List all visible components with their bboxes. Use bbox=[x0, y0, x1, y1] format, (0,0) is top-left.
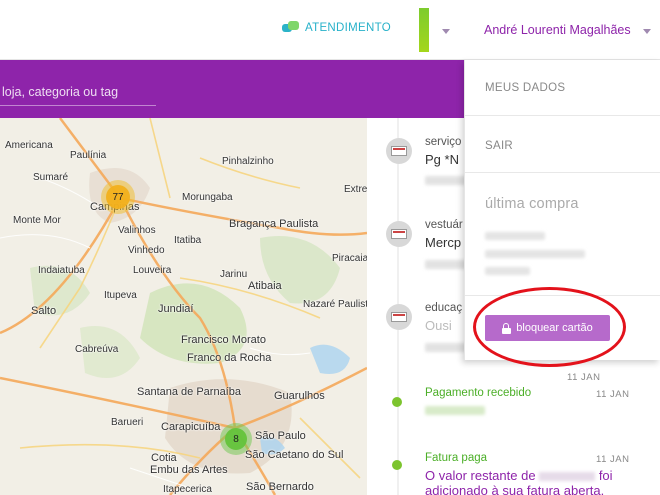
event-dot bbox=[392, 460, 402, 470]
redacted-text bbox=[485, 267, 530, 275]
map-label: Louveira bbox=[133, 265, 172, 276]
map-label: Embu das Artes bbox=[150, 464, 228, 476]
transaction-merchant[interactable]: Mercp bbox=[425, 235, 461, 250]
map-label: Pinhalzinho bbox=[222, 156, 274, 167]
redacted-amount bbox=[539, 472, 596, 482]
menu-divider bbox=[465, 172, 660, 173]
event-date: 11 JAN bbox=[596, 389, 630, 400]
event-date: 11 JAN bbox=[596, 454, 630, 465]
credit-card-icon bbox=[386, 304, 412, 330]
map-label: Franco da Rocha bbox=[187, 352, 272, 364]
top-header: ATENDIMENTO André Lourenti Magalhães bbox=[0, 0, 660, 60]
map-label: São Bernardo bbox=[246, 481, 314, 493]
map-label: Paulínia bbox=[70, 150, 107, 161]
menu-divider bbox=[465, 295, 660, 296]
map-label: Nazaré Paulista bbox=[303, 299, 367, 310]
user-menu-name[interactable]: André Lourenti Magalhães bbox=[484, 23, 631, 37]
map-label: Bragança Paulista bbox=[229, 218, 319, 230]
event-title: Fatura paga bbox=[425, 452, 488, 464]
map-label: Americana bbox=[5, 140, 53, 151]
map-label: Monte Mor bbox=[13, 215, 61, 226]
map-label: Morungaba bbox=[182, 192, 233, 203]
menu-item-meus-dados[interactable]: MEUS DADOS bbox=[485, 82, 565, 94]
map-cluster-marker[interactable]: 8 bbox=[220, 423, 252, 455]
app-root: ATENDIMENTO André Lourenti Magalhães loj… bbox=[0, 0, 660, 495]
map-label: Sumaré bbox=[33, 172, 69, 183]
redacted-text bbox=[485, 232, 545, 240]
atendimento-label: ATENDIMENTO bbox=[305, 22, 391, 34]
transaction-merchant[interactable]: Ousi bbox=[425, 318, 452, 333]
map-label: Jarinu bbox=[220, 269, 248, 280]
map-label: Itatiba bbox=[174, 235, 202, 246]
map-label: Salto bbox=[31, 305, 57, 317]
transaction-category: educaç bbox=[425, 302, 463, 314]
redacted-text bbox=[485, 250, 585, 258]
transaction-category: serviço bbox=[425, 136, 462, 148]
menu-divider bbox=[465, 115, 660, 116]
map-cluster-marker[interactable]: 77 bbox=[101, 180, 135, 214]
map-label: Barueri bbox=[111, 417, 144, 428]
map-label: Guarulhos bbox=[274, 390, 325, 402]
redacted-amount bbox=[425, 406, 485, 415]
map-label: Atibaia bbox=[248, 280, 282, 292]
event-title: Pagamento recebido bbox=[425, 387, 532, 399]
map-label: Valinhos bbox=[118, 225, 156, 236]
chevron-down-icon[interactable] bbox=[643, 29, 651, 34]
last-purchase-heading: última compra bbox=[485, 196, 579, 212]
map-label: Piracaia bbox=[332, 253, 367, 264]
cluster-count: 77 bbox=[106, 185, 130, 209]
block-card-label: bloquear cartão bbox=[516, 322, 593, 334]
chat-icon bbox=[282, 21, 299, 35]
event-date: 11 JAN bbox=[567, 372, 601, 383]
purchases-map[interactable]: Americana Paulínia Sumaré Monte Mor Camp… bbox=[0, 118, 367, 495]
map-label: Extrema bbox=[344, 184, 367, 195]
map-label: Itapecerica bbox=[163, 484, 212, 495]
cluster-count: 8 bbox=[225, 428, 247, 450]
chevron-down-icon[interactable] bbox=[442, 29, 450, 34]
map-label: Carapicuíba bbox=[161, 421, 221, 433]
event-desc-part1: O valor restante de bbox=[425, 468, 536, 483]
map-label: Indaiatuba bbox=[38, 265, 85, 276]
map-label: Vinhedo bbox=[128, 245, 165, 256]
transaction-merchant[interactable]: Pg *N bbox=[425, 152, 459, 167]
credit-card-icon bbox=[386, 138, 412, 164]
block-card-button[interactable]: bloquear cartão bbox=[485, 315, 610, 341]
map-label: São Caetano do Sul bbox=[245, 449, 344, 461]
unlock-icon bbox=[502, 323, 512, 334]
account-color-bar[interactable] bbox=[419, 8, 429, 52]
map-label: Jundiaí bbox=[158, 303, 194, 315]
search-input[interactable] bbox=[0, 80, 156, 106]
map-label: Itupeva bbox=[104, 290, 137, 301]
menu-item-sair[interactable]: SAIR bbox=[485, 140, 513, 152]
map-label: Santana de Parnaíba bbox=[137, 386, 241, 398]
map-label: Francisco Morato bbox=[181, 334, 266, 346]
event-dot bbox=[392, 397, 402, 407]
transaction-category: vestuár bbox=[425, 219, 463, 231]
event-description: O valor restante de foi adicionado à sua… bbox=[425, 468, 647, 495]
map-label: São Paulo bbox=[255, 430, 306, 442]
credit-card-icon bbox=[386, 221, 412, 247]
map-label: Cabreúva bbox=[75, 344, 119, 355]
atendimento-link[interactable]: ATENDIMENTO bbox=[282, 21, 391, 35]
user-dropdown-menu: MEUS DADOS SAIR última compra bloquear c… bbox=[464, 60, 660, 360]
map-label: Cotia bbox=[151, 452, 177, 464]
